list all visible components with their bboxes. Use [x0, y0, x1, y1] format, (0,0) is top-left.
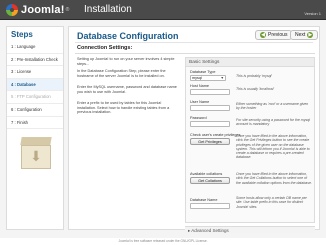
step-configuration: 6 : Configuration [7, 104, 63, 117]
password-label: Password [190, 116, 207, 120]
advanced-settings-toggle[interactable]: ▸ Advanced Settings [185, 226, 315, 233]
db-type-label: Database Type [190, 70, 216, 74]
step-database: 4 : Database [7, 78, 63, 92]
install-box-icon: ⬇ [20, 137, 52, 175]
host-name-input[interactable] [190, 89, 230, 95]
previous-arrow-icon: ◀ [260, 32, 266, 38]
db-type-select[interactable]: mysql ▼ [190, 75, 226, 81]
privileges-label: Check user's create privileges [190, 133, 241, 137]
database-name-help: Some hosts allow only a certain DB name … [236, 196, 307, 209]
get-privileges-button[interactable]: Get Privileges [190, 138, 230, 145]
collations-label: Available collations [190, 172, 223, 176]
steps-list: 1 : Language 2 : Pre-Installation Check … [7, 41, 63, 130]
collations-help: Once you have filled in the above inform… [236, 172, 312, 185]
advanced-settings-label: Advanced Settings [191, 228, 229, 233]
next-arrow-icon: ▶ [307, 32, 314, 38]
privileges-help: Once you have filled in the above inform… [236, 134, 310, 160]
content-area: Steps 1 : Language 2 : Pre-Installation … [0, 20, 326, 238]
intro-paragraph-4: Enter a prefix to be used by tables for … [77, 101, 170, 114]
step-pre-installation-check: 2 : Pre-Installation Check [7, 54, 63, 67]
section-divider [75, 53, 315, 54]
host-name-label: Host Name [190, 84, 209, 88]
app-title: Installation [84, 4, 132, 15]
intro-paragraph-2: In the Database Configuration Step, plea… [77, 69, 166, 78]
password-help: For site security using a password for t… [236, 118, 310, 127]
main-panel: Database Configuration ◀ Previous Next ▶… [68, 26, 320, 233]
user-name-input[interactable] [190, 105, 230, 111]
step-finish: 7 : Finish [7, 117, 63, 130]
database-name-label: Database Name [190, 198, 218, 202]
steps-sidebar: Steps 1 : Language 2 : Pre-Installation … [6, 26, 64, 230]
previous-button[interactable]: ◀ Previous [255, 30, 293, 40]
step-language: 1 : Language [7, 41, 63, 54]
section-title: Connection Settings: [77, 45, 133, 51]
db-type-value: mysql [192, 76, 202, 80]
brand-registered-mark: ® [65, 7, 70, 13]
host-name-help: This is usually 'localhost' [236, 87, 275, 91]
version-label: Version 1 [304, 11, 321, 16]
steps-title: Steps [11, 30, 33, 39]
page-title: Database Configuration [77, 31, 179, 41]
expand-arrow-icon: ▸ [188, 228, 191, 233]
chevron-down-icon: ▼ [220, 76, 224, 80]
previous-button-label: Previous [268, 32, 288, 38]
brand-name: Joomla! [21, 4, 65, 16]
joomla-logo: Joomla! ® [6, 3, 69, 17]
basic-settings-panel: Basic Settings Database Type mysql ▼ Thi… [185, 57, 315, 223]
footer-text: Joomla! is free software released under … [0, 238, 326, 245]
user-name-help: Either something as 'root' or a username… [236, 102, 309, 111]
next-button[interactable]: Next ▶ [290, 30, 319, 40]
user-name-label: User Name [190, 100, 210, 104]
intro-paragraph-3: Enter the MySQL username, password and d… [77, 85, 177, 94]
step-license: 3 : License [7, 66, 63, 79]
joomla-logo-icon [6, 4, 18, 16]
intro-paragraph-1: Setting up Joomla! to run on your server… [77, 57, 175, 66]
password-input[interactable] [190, 121, 230, 127]
basic-settings-header: Basic Settings [186, 58, 314, 67]
db-type-help: This is probably 'mysql' [236, 74, 272, 78]
step-ftp-configuration: 5 : FTP Configuration [7, 91, 63, 104]
title-divider [75, 42, 313, 43]
next-button-label: Next [295, 32, 306, 38]
top-bar: Joomla! ® Installation Version 1 [0, 0, 326, 20]
database-name-input[interactable] [190, 203, 230, 209]
get-collations-button[interactable]: Get Collations [190, 177, 230, 184]
